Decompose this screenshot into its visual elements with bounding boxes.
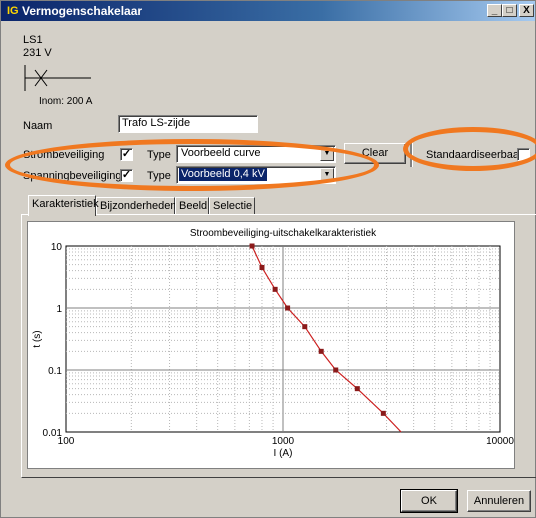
- clear-button[interactable]: Clear: [344, 143, 406, 164]
- spanning-type-label: Type: [147, 170, 171, 182]
- tab-selectie[interactable]: Selectie: [209, 197, 255, 215]
- curve-point-marker: [318, 348, 324, 354]
- spanning-type-select[interactable]: Voorbeeld 0,4 kV ▼: [176, 166, 336, 184]
- spanning-label: Spanningbeveiliging: [23, 170, 122, 182]
- x-axis-label: I (A): [274, 448, 293, 459]
- naam-label: Naam: [23, 120, 53, 132]
- tab-bijzonderheden[interactable]: Bijzonderheden: [96, 197, 176, 215]
- spanning-type-value: Voorbeeld 0,4 kV: [179, 168, 267, 181]
- cancel-button[interactable]: Annuleren: [467, 490, 531, 512]
- y-axis-label: t (s): [32, 330, 43, 347]
- chart-area: Stroombeveiliging-uitschakelkarakteristi…: [27, 221, 515, 469]
- curve-point-marker: [380, 410, 386, 416]
- curve-point-marker: [285, 305, 291, 311]
- symbol-inom: Inom: 200 A: [39, 96, 93, 107]
- curve-point-marker: [302, 324, 308, 330]
- ok-button[interactable]: OK: [400, 489, 458, 513]
- standaard-label: Standaardiseerbaar: [426, 149, 523, 161]
- title-bar[interactable]: IG Vermogenschakelaar _ □ X: [1, 1, 535, 21]
- curve-point-marker: [249, 243, 255, 249]
- curve-point-marker: [354, 386, 360, 392]
- chevron-down-icon[interactable]: ▼: [320, 147, 334, 161]
- maximize-button[interactable]: □: [502, 4, 517, 17]
- stroom-checkbox[interactable]: ✓: [120, 148, 133, 161]
- window-title: Vermogenschakelaar: [22, 4, 143, 18]
- curve-point-marker: [333, 367, 339, 373]
- app-icon: IG: [7, 5, 19, 17]
- curve-point-marker: [272, 286, 278, 292]
- tab-karakteristiek[interactable]: Karakteristiek: [28, 195, 99, 216]
- x-tick-label: 10000: [486, 436, 514, 447]
- close-button[interactable]: X: [519, 4, 534, 17]
- symbol-voltage: 231 V: [23, 47, 52, 59]
- curve-point-marker: [259, 265, 265, 271]
- symbol-name: LS1: [23, 34, 43, 46]
- stroom-type-select[interactable]: Voorbeeld curve ▼: [176, 145, 336, 163]
- stroom-type-label: Type: [147, 149, 171, 161]
- trip-curve-chart: Stroombeveiliging-uitschakelkarakteristi…: [32, 228, 514, 459]
- stroom-label: Strombeveiliging: [23, 149, 105, 161]
- standaard-checkbox[interactable]: [517, 148, 530, 161]
- y-tick-label: 0.1: [48, 366, 62, 377]
- toolbar-separator: [410, 141, 413, 167]
- chevron-down-icon[interactable]: ▼: [320, 168, 334, 182]
- breaker-symbol-icon: [24, 65, 91, 91]
- x-tick-label: 1000: [272, 436, 295, 447]
- y-tick-label: 0.01: [43, 428, 63, 439]
- minimize-button[interactable]: _: [487, 4, 502, 17]
- dialog-window: IG Vermogenschakelaar _ □ X LS1 231 V In…: [0, 0, 536, 518]
- naam-input[interactable]: Trafo LS-zijde: [118, 115, 258, 133]
- stroom-type-value: Voorbeeld curve: [181, 147, 261, 159]
- y-tick-label: 10: [51, 242, 63, 253]
- chart-title: Stroombeveiliging-uitschakelkarakteristi…: [190, 228, 377, 239]
- tab-beeld[interactable]: Beeld: [175, 197, 209, 215]
- spanning-checkbox[interactable]: ✓: [120, 169, 133, 182]
- y-tick-label: 1: [56, 304, 62, 315]
